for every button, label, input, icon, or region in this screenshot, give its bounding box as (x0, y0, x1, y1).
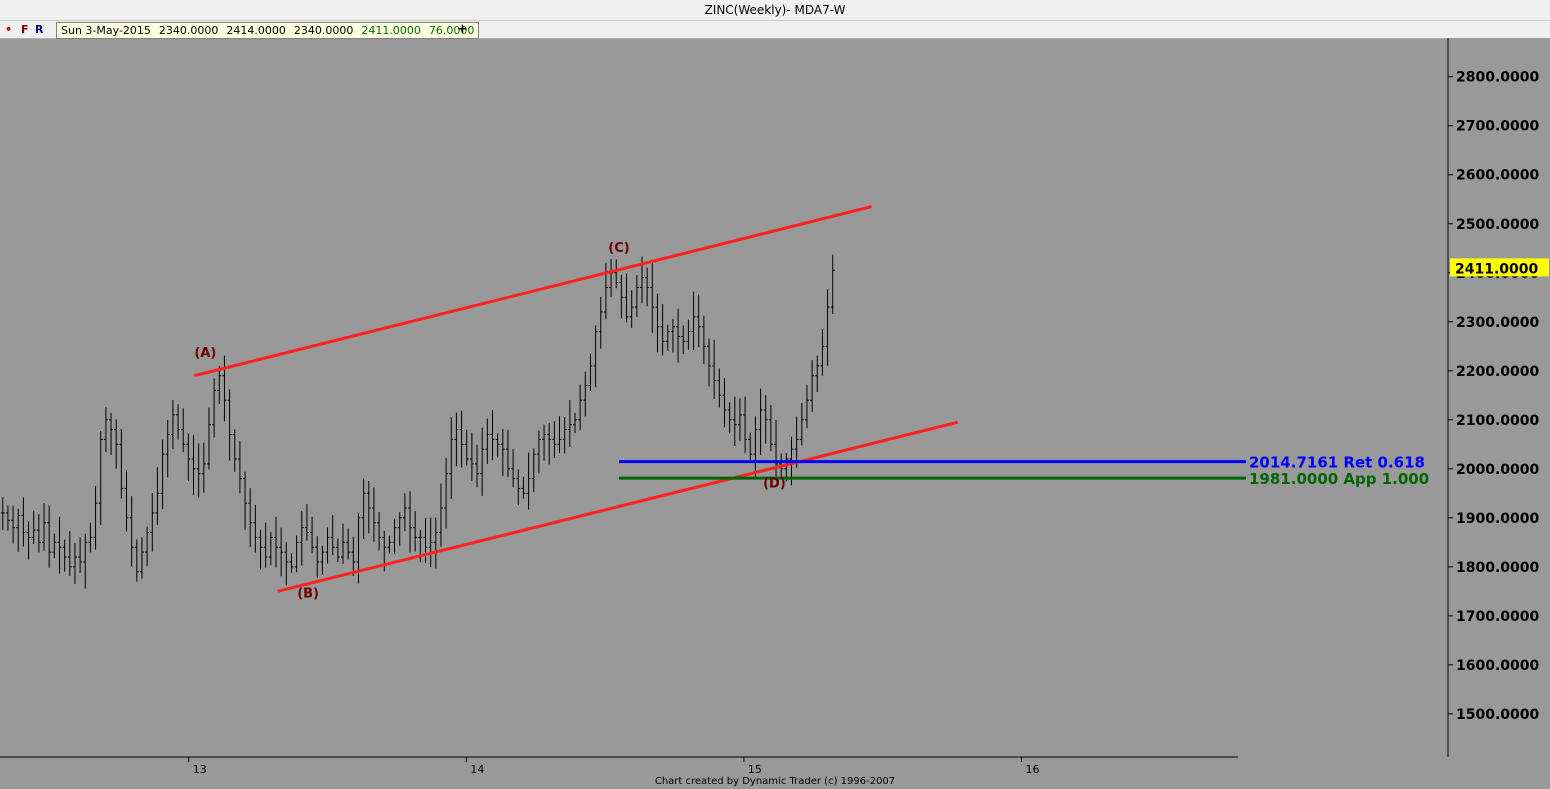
wave-label: (D) (763, 476, 786, 491)
y-tick-label: 2300.0000 (1456, 315, 1540, 331)
y-tick-label: 1500.0000 (1456, 707, 1540, 723)
wave-label: (A) (194, 346, 216, 361)
y-tick-label: 2500.0000 (1456, 217, 1540, 233)
y-tick-label: 1700.0000 (1456, 609, 1540, 625)
y-tick-label: 2700.0000 (1456, 119, 1540, 135)
level-label-0: 2014.7161 Ret 0.618 (1249, 454, 1425, 472)
y-tick-label: 1600.0000 (1456, 658, 1540, 674)
y-tick-label: 1800.0000 (1456, 560, 1540, 576)
y-tick-label: 2800.0000 (1456, 70, 1540, 86)
wave-label: (C) (608, 241, 629, 256)
y-tick-label: 2100.0000 (1456, 413, 1540, 429)
y-tick-label: 2000.0000 (1456, 462, 1540, 478)
chart-canvas[interactable]: 1500.0000 1600.0000 1700.0000 1800.0000 1900… (0, 0, 1550, 789)
level-label-1: 1981.0000 App 1.000 (1249, 470, 1429, 488)
wave-label: (B) (297, 587, 319, 602)
channel-line-upper (193, 205, 872, 378)
footer-credit: Chart created by Dynamic Trader (c) 1996… (654, 776, 896, 787)
y-tick-label: 1900.0000 (1456, 511, 1540, 527)
y-tick-label: 2600.0000 (1456, 168, 1540, 184)
channel-line-lower (277, 420, 959, 593)
last-price-label: 2411.0000 (1455, 261, 1539, 277)
y-tick-label: 2200.0000 (1456, 364, 1540, 380)
